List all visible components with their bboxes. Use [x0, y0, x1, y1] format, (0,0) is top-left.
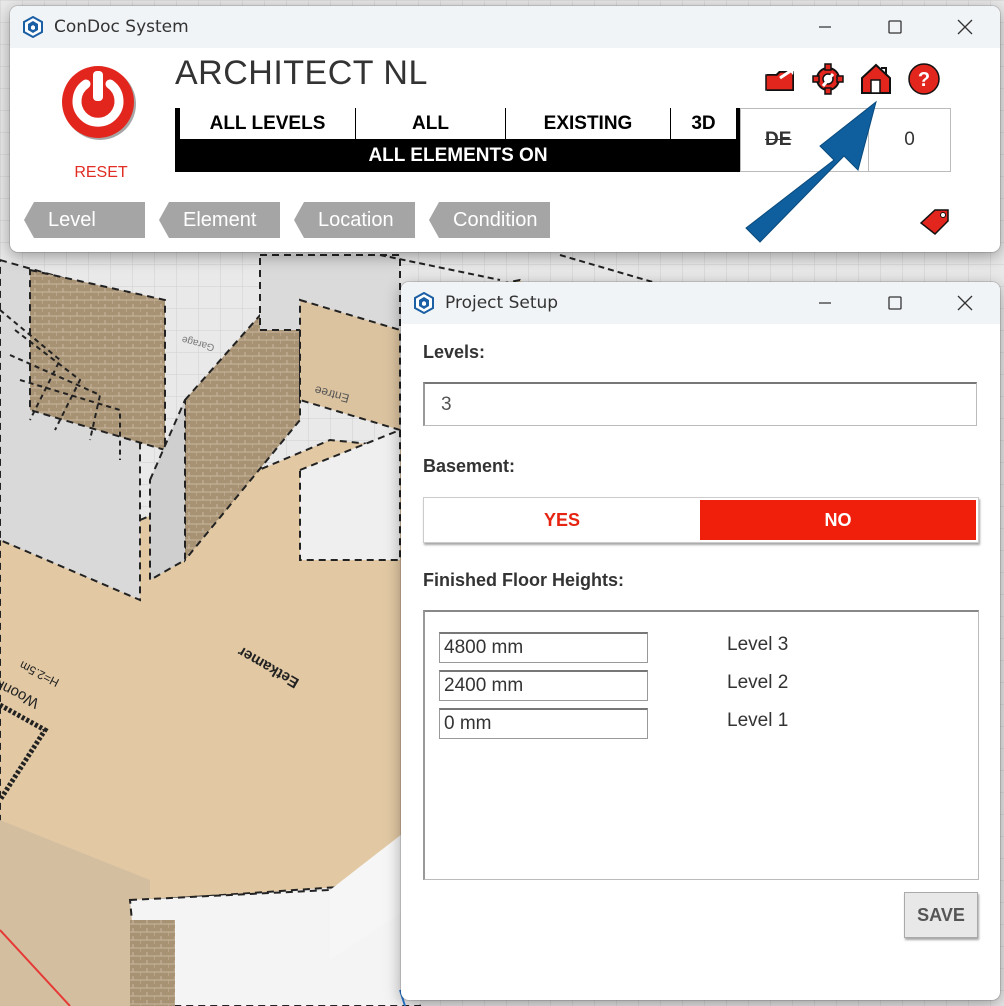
minimize-button[interactable] [790, 282, 860, 324]
open-folder-icon[interactable] [764, 62, 798, 96]
filter-levels[interactable]: ALL LEVELS [180, 108, 356, 139]
filter-view[interactable]: 3D [671, 108, 736, 139]
filter-elements[interactable]: ALL [356, 108, 506, 139]
count-box: 0 [868, 108, 951, 172]
minimize-button[interactable] [790, 6, 860, 48]
maximize-button[interactable] [860, 282, 930, 324]
reset-label[interactable]: RESET [56, 164, 146, 182]
tab-element[interactable]: Element [159, 202, 280, 238]
levels-label: Levels: [423, 342, 486, 362]
sketchup-app-icon [414, 292, 434, 314]
minimize-icon [819, 26, 831, 28]
project-setup-house-icon[interactable] [859, 62, 893, 96]
floor-height-input[interactable]: 0 mm [439, 708, 648, 739]
maximize-icon [888, 296, 902, 310]
settings-gear-icon[interactable] [811, 62, 845, 96]
close-button[interactable] [930, 282, 1000, 324]
svg-text:?: ? [918, 69, 930, 91]
maximize-icon [888, 20, 902, 34]
close-icon [957, 295, 973, 311]
sketchup-app-icon [23, 16, 43, 38]
detail-box[interactable]: DE [740, 108, 870, 172]
condoc-window: ConDoc System RESET ARCHITECT NL ? ALL L… [10, 6, 1000, 252]
tab-condition[interactable]: Condition [429, 202, 550, 238]
condoc-titlebar[interactable]: ConDoc System [10, 6, 1000, 48]
filter-phase[interactable]: EXISTING [506, 108, 671, 139]
floor-height-input[interactable]: 4800 mm [439, 632, 648, 663]
save-button[interactable]: SAVE [904, 892, 978, 938]
tab-level[interactable]: Level [24, 202, 145, 238]
floor-heights-panel: 4800 mm Level 3 2400 mm Level 2 0 mm Lev… [423, 610, 979, 880]
level-name: Level 3 [727, 634, 789, 655]
basement-yes-button[interactable]: YES [424, 498, 700, 542]
floor-height-input[interactable]: 2400 mm [439, 670, 648, 701]
minimize-icon [819, 302, 831, 304]
height-row: 4800 mm Level 3 [439, 632, 959, 664]
reset-power-icon[interactable] [60, 62, 140, 142]
window-title: Project Setup [445, 293, 559, 313]
project-name: ARCHITECT NL [175, 54, 428, 92]
levels-input[interactable]: 3 [423, 382, 977, 426]
filter-status[interactable]: ALL ELEMENTS ON [175, 141, 741, 171]
tag-icon[interactable] [918, 206, 954, 236]
basement-no-button[interactable]: NO [700, 500, 976, 540]
level-name: Level 1 [727, 710, 789, 731]
height-row: 0 mm Level 1 [439, 708, 959, 740]
level-name: Level 2 [727, 672, 789, 693]
tab-location[interactable]: Location [294, 202, 415, 238]
close-icon [957, 19, 973, 35]
height-row: 2400 mm Level 2 [439, 670, 959, 702]
maximize-button[interactable] [860, 6, 930, 48]
basement-toggle: YES NO [423, 497, 979, 543]
filter-grid: ALL LEVELS ALL EXISTING 3D ALL ELEMENTS … [175, 108, 741, 172]
window-title: ConDoc System [54, 17, 189, 37]
floor-heights-label: Finished Floor Heights: [423, 570, 624, 590]
setup-titlebar[interactable]: Project Setup [401, 282, 1000, 324]
close-button[interactable] [930, 6, 1000, 48]
help-icon[interactable]: ? [907, 62, 941, 96]
basement-label: Basement: [423, 456, 516, 476]
project-setup-window: Project Setup Levels: 3 Basement: YES NO… [401, 282, 1000, 1000]
